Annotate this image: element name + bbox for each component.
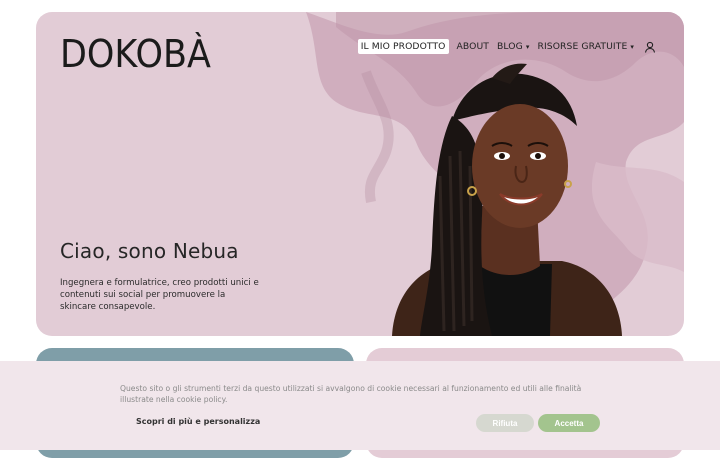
portrait-photo (392, 63, 622, 336)
nav-label: IL MIO PRODOTTO (360, 41, 446, 52)
nav-label: BLOG (497, 41, 523, 52)
brand-logo[interactable]: DOKOBÀ (60, 35, 211, 73)
hero-subtitle: Ingegnera e formulatrice, creo prodotti … (60, 278, 259, 312)
hero-section: DOKOBÀ IL MIO PRODOTTO ABOUT BLOG ▾ RISO… (36, 12, 684, 336)
accept-button[interactable]: Accetta (538, 414, 600, 432)
chevron-down-icon: ▾ (525, 42, 530, 51)
cookie-banner: Questo sito o gli strumenti terzi da que… (0, 361, 720, 450)
chevron-down-icon: ▾ (630, 42, 634, 51)
nav-label: RISORSE GRATUITE (537, 41, 628, 52)
main-nav: IL MIO PRODOTTO ABOUT BLOG ▾ RISORSE GRA… (357, 39, 656, 54)
cookie-more-link[interactable]: Scopri di più e personalizza (136, 417, 260, 426)
cookie-text: Questo sito o gli strumenti terzi da que… (120, 384, 582, 404)
nav-item-risorse-gratuite[interactable]: RISORSE GRATUITE ▾ (538, 41, 635, 52)
user-icon[interactable] (644, 41, 656, 53)
nav-item-il-mio-prodotto[interactable]: IL MIO PRODOTTO (357, 39, 449, 54)
hero-title: Ciao, sono Nebua (60, 239, 239, 263)
nav-item-about[interactable]: ABOUT (457, 41, 490, 52)
reject-button[interactable]: Rifiuta (476, 414, 534, 432)
nav-label: ABOUT (456, 41, 490, 52)
nav-item-blog[interactable]: BLOG ▾ (497, 41, 529, 52)
